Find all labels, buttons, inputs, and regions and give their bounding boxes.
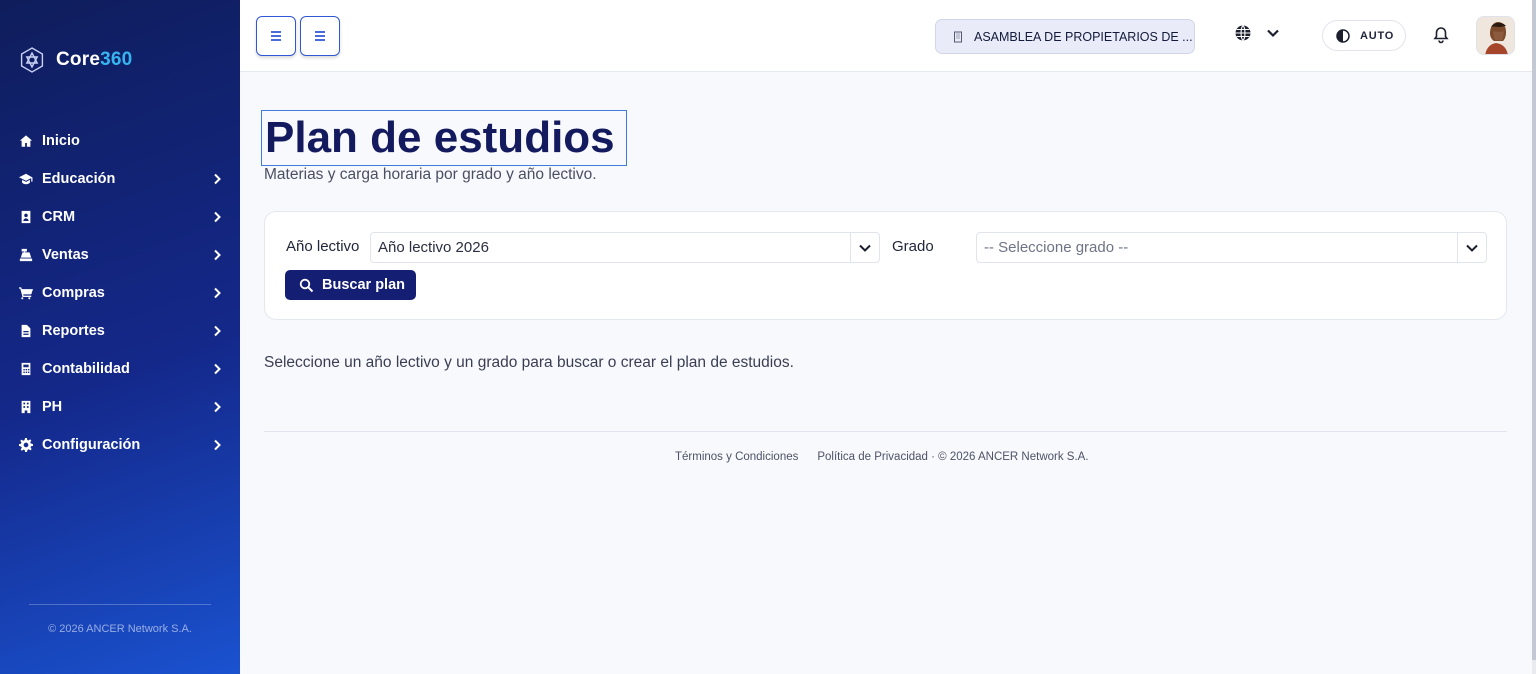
user-avatar-image xyxy=(1477,17,1514,54)
search-plan-button[interactable]: Buscar plan xyxy=(285,270,416,300)
sidebar-item-ventas[interactable]: Ventas xyxy=(0,236,240,274)
sidebar-item-inicio[interactable]: Inicio xyxy=(0,122,240,160)
sidebar-item-label: Educación xyxy=(42,171,116,187)
graduation-cap-icon xyxy=(18,171,34,187)
cash-register-icon xyxy=(18,247,34,263)
sidebar-item-compras[interactable]: Compras xyxy=(0,274,240,312)
theme-toggle[interactable]: AUTO xyxy=(1322,20,1406,51)
building-icon xyxy=(954,31,962,42)
chevron-right-icon xyxy=(210,172,224,186)
chevron-right-icon xyxy=(210,286,224,300)
sidebar-item-ph[interactable]: PH xyxy=(0,388,240,426)
language-selector[interactable] xyxy=(1234,24,1282,42)
sidebar-divider xyxy=(29,604,211,605)
company-selector[interactable]: ASAMBLEA DE PROPIETARIOS DE ... xyxy=(935,19,1195,54)
empty-state-message: Seleccione un año lectivo y un grado par… xyxy=(264,354,794,371)
globe-icon xyxy=(1235,25,1251,41)
sidebar-item-label: PH xyxy=(42,399,63,415)
gear-icon xyxy=(18,437,34,453)
home-icon xyxy=(18,133,34,149)
page-title: Plan de estudios xyxy=(261,110,627,166)
company-name: ASAMBLEA DE PROPIETARIOS DE ... xyxy=(974,29,1193,44)
theme-label: AUTO xyxy=(1360,29,1395,42)
grade-select[interactable]: -- Seleccione grado -- xyxy=(976,232,1487,263)
page-scrollbar[interactable] xyxy=(1532,0,1536,674)
page-footer: Términos y Condiciones Política de Priva… xyxy=(675,451,1089,463)
grade-select-placeholder: -- Seleccione grado -- xyxy=(984,239,1129,256)
notifications-button[interactable] xyxy=(1432,26,1450,49)
topbar: ASAMBLEA DE PROPIETARIOS DE ... AUTO xyxy=(240,0,1532,72)
bell-icon xyxy=(1433,27,1449,44)
contact-card-icon xyxy=(18,209,34,225)
year-select-value: Año lectivo 2026 xyxy=(378,239,489,256)
sidebar-item-label: Inicio xyxy=(42,133,80,149)
privacy-link[interactable]: Política de Privacidad xyxy=(817,451,928,463)
user-avatar[interactable] xyxy=(1476,16,1515,55)
menu-toggle-button[interactable] xyxy=(300,16,340,56)
sidebar-item-label: Configuración xyxy=(42,437,141,453)
chevron-down-icon xyxy=(1267,29,1279,38)
hexagon-logo-icon xyxy=(20,47,44,73)
brand-name-main: Core xyxy=(56,49,101,70)
shopping-cart-icon xyxy=(18,285,34,301)
menu-icon xyxy=(315,31,325,41)
brand-name-accent: 360 xyxy=(100,49,133,70)
chevron-down-icon xyxy=(850,233,879,262)
footer-copyright: · © 2026 ANCER Network S.A. xyxy=(927,451,1089,463)
brand-logo[interactable]: Core360 xyxy=(18,46,132,74)
chevron-right-icon xyxy=(210,438,224,452)
chevron-right-icon xyxy=(210,324,224,338)
contrast-icon xyxy=(1336,28,1350,43)
filter-card: Año lectivo Año lectivo 2026 Grado -- Se… xyxy=(264,211,1507,320)
sidebar-item-label: Reportes xyxy=(42,323,105,339)
search-plan-label: Buscar plan xyxy=(322,277,405,293)
sidebar-item-configuracion[interactable]: Configuración xyxy=(0,426,240,464)
chevron-down-icon xyxy=(1457,233,1486,262)
sidebar-copyright: © 2026 ANCER Network S.A. xyxy=(48,623,192,635)
chevron-right-icon xyxy=(210,210,224,224)
chevron-right-icon xyxy=(210,362,224,376)
brand-name: Core360 xyxy=(56,49,132,71)
chevron-right-icon xyxy=(210,248,224,262)
toggle-sidebar-button[interactable] xyxy=(256,16,296,56)
search-icon xyxy=(299,278,314,292)
menu-icon xyxy=(271,31,281,41)
building-icon xyxy=(18,399,34,415)
sidebar: Core360 Inicio Educación CRM Ventas Comp… xyxy=(0,0,240,674)
year-label: Año lectivo xyxy=(286,238,360,255)
footer-divider xyxy=(264,431,1507,432)
sidebar-item-label: Ventas xyxy=(42,247,89,263)
footer-spacer xyxy=(798,451,817,463)
sidebar-nav: Inicio Educación CRM Ventas Compras Repo… xyxy=(0,122,240,464)
scrollbar-thumb[interactable] xyxy=(1532,0,1536,660)
page-subtitle: Materias y carga horaria por grado y año… xyxy=(264,166,597,183)
year-select[interactable]: Año lectivo 2026 xyxy=(370,232,880,263)
sidebar-item-label: Compras xyxy=(42,285,105,301)
sidebar-item-educacion[interactable]: Educación xyxy=(0,160,240,198)
grade-label: Grado xyxy=(892,238,934,255)
sidebar-item-contabilidad[interactable]: Contabilidad xyxy=(0,350,240,388)
sidebar-item-label: CRM xyxy=(42,209,76,225)
sidebar-item-crm[interactable]: CRM xyxy=(0,198,240,236)
chevron-right-icon xyxy=(210,400,224,414)
sidebar-item-reportes[interactable]: Reportes xyxy=(0,312,240,350)
calculator-icon xyxy=(18,361,34,377)
file-report-icon xyxy=(18,323,34,339)
sidebar-item-label: Contabilidad xyxy=(42,361,130,377)
terms-link[interactable]: Términos y Condiciones xyxy=(675,451,798,463)
